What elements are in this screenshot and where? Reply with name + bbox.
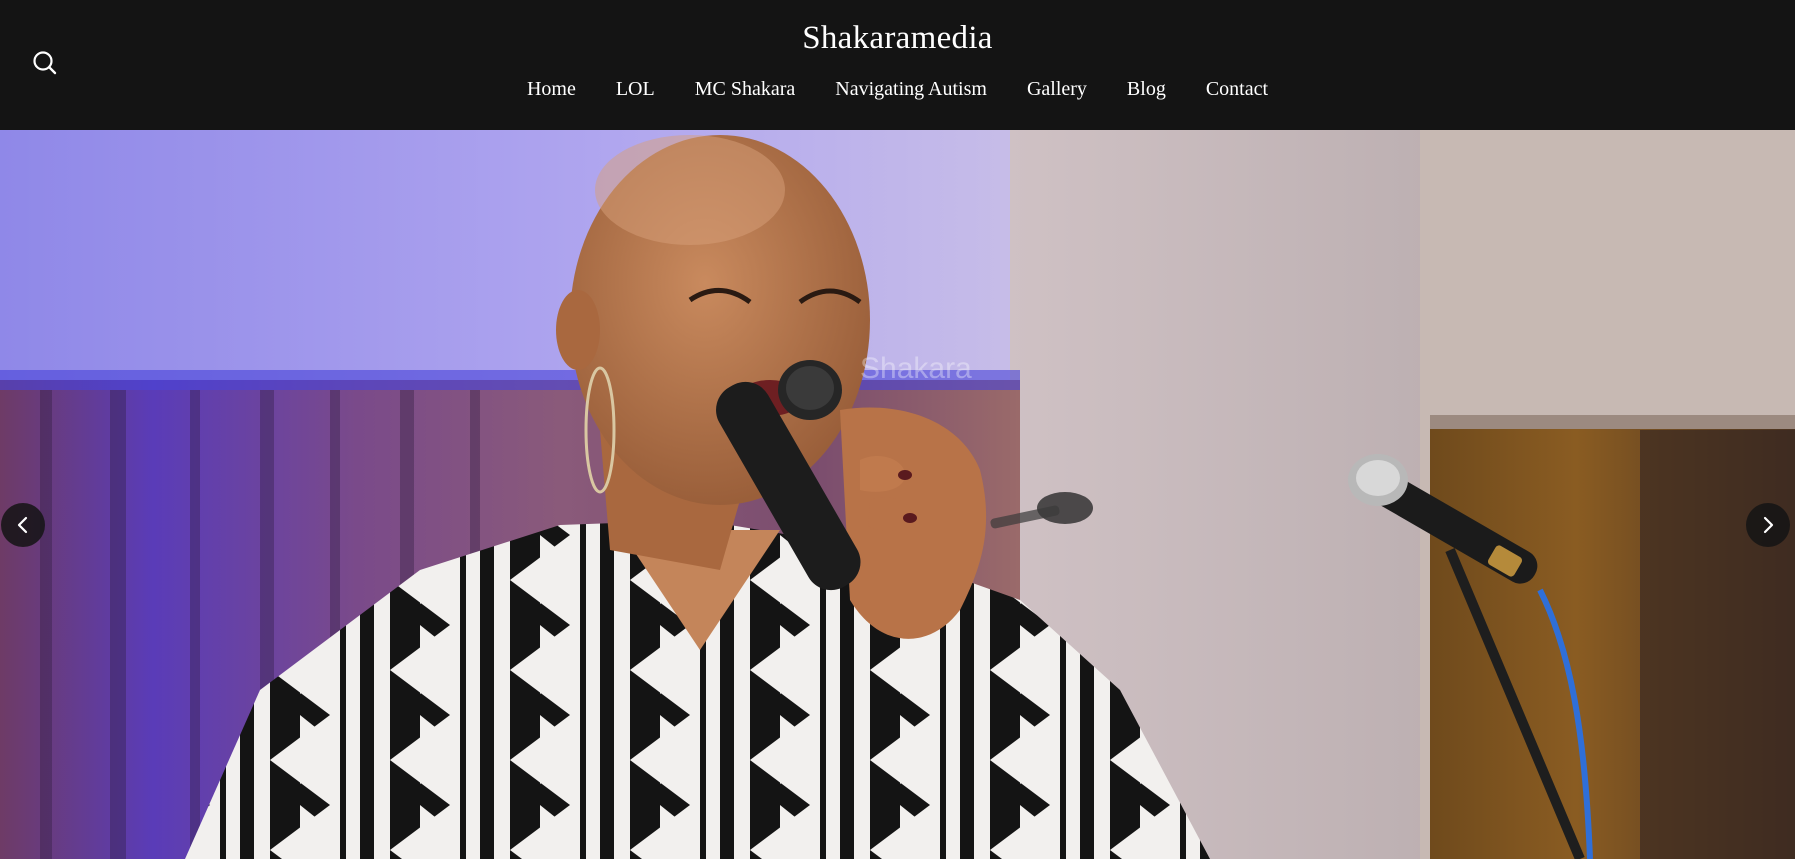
page: Shakaramedia Home LOL MC Shakara Navigat…	[0, 0, 1795, 859]
nav-item-mc-shakara[interactable]: MC Shakara	[675, 78, 816, 101]
chevron-right-icon	[1763, 516, 1774, 534]
site-title[interactable]: Shakaramedia	[0, 20, 1795, 57]
site-header: Shakaramedia Home LOL MC Shakara Navigat…	[0, 0, 1795, 130]
nav-item-blog[interactable]: Blog	[1107, 78, 1186, 101]
chevron-left-icon	[17, 516, 28, 534]
hero-watermark: Shakara	[860, 352, 972, 385]
hero-image: Shakara	[0, 130, 1795, 859]
hero-slider: Shakara	[0, 130, 1795, 859]
main-nav: Home LOL MC Shakara Navigating Autism Ga…	[0, 78, 1795, 101]
nav-item-contact[interactable]: Contact	[1186, 78, 1288, 101]
slider-prev-button[interactable]	[1, 503, 45, 547]
slider-next-button[interactable]	[1746, 503, 1790, 547]
nav-item-gallery[interactable]: Gallery	[1007, 78, 1107, 101]
nav-item-lol[interactable]: LOL	[596, 78, 675, 101]
nav-item-navigating-autism[interactable]: Navigating Autism	[815, 78, 1007, 101]
nav-item-home[interactable]: Home	[507, 78, 596, 101]
